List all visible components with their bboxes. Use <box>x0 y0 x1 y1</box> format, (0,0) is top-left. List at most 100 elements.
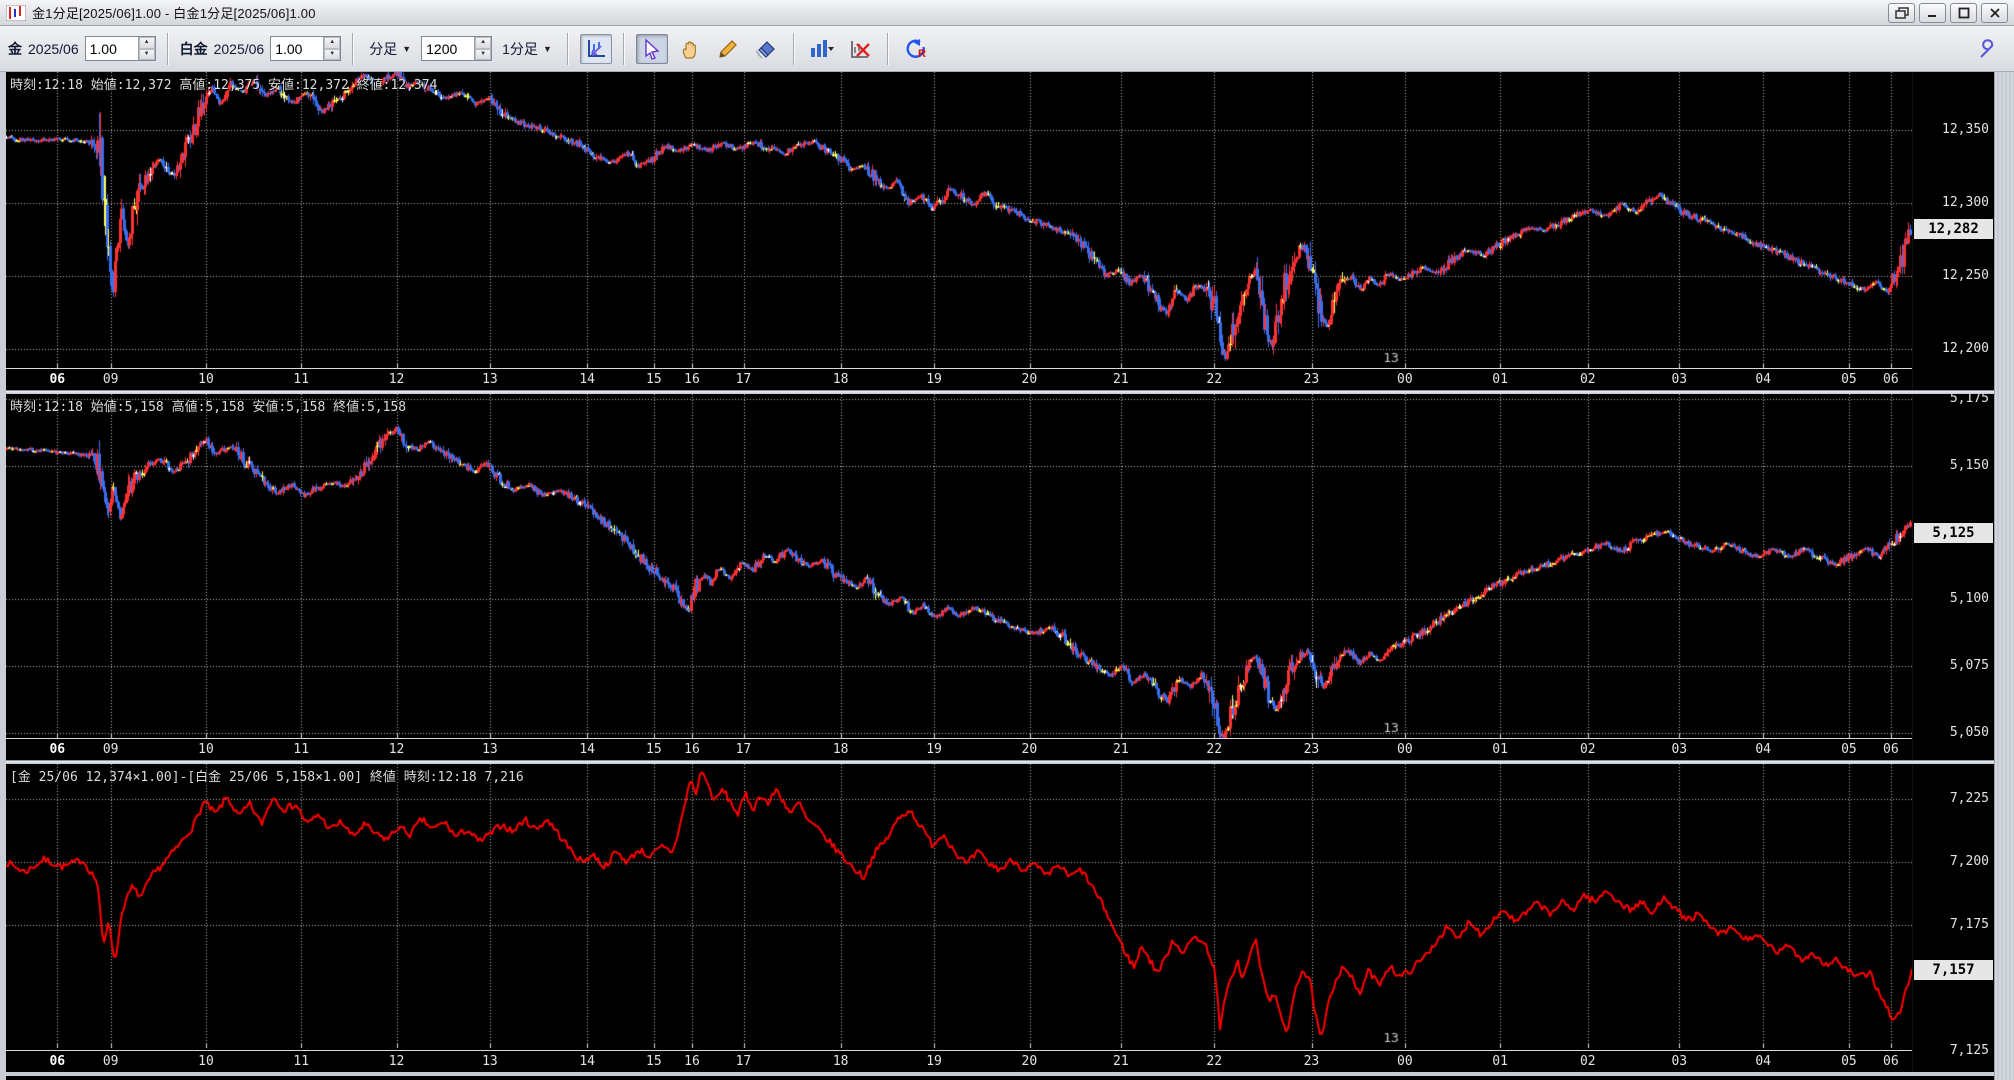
x-tick-label: 17 <box>736 742 752 757</box>
x-tick-label: 11 <box>293 372 309 387</box>
scale-settings-button[interactable] <box>580 34 612 64</box>
maximize-button[interactable] <box>1950 3 1977 23</box>
y-tick-label: 12,250 <box>1942 268 1989 283</box>
x-tick-label: 09 <box>103 372 119 387</box>
chart-type-button[interactable] <box>806 34 838 64</box>
x-tick-label: 20 <box>1022 742 1038 757</box>
duplicate-window-button[interactable] <box>1888 3 1915 23</box>
spread-chart-canvas[interactable] <box>6 764 1912 1048</box>
chevron-down-icon: ▼ <box>402 44 411 54</box>
y-tick-label: 5,075 <box>1950 658 1989 673</box>
platinum-multiplier-input[interactable] <box>271 37 323 60</box>
x-tick-label: 15 <box>646 1054 662 1069</box>
refresh-button[interactable]: R <box>900 34 932 64</box>
x-tick-label: 19 <box>926 1054 942 1069</box>
candlestick-app-icon <box>6 5 26 21</box>
toolbar-separator <box>352 33 354 65</box>
y-tick-label: 5,100 <box>1950 591 1989 606</box>
x-tick-label: 20 <box>1022 1054 1038 1069</box>
close-icon <box>1989 7 2001 19</box>
x-tick-label: 10 <box>198 1054 214 1069</box>
platinum-time-axis: 0609101112131415161718192021222300010203… <box>6 738 1912 760</box>
bar-count-down-button[interactable]: ▼ <box>475 49 491 61</box>
gold-price-axis: 12,35012,30012,25012,20012,282 <box>1912 72 1994 390</box>
x-tick-label: 02 <box>1580 372 1596 387</box>
window-right-edge <box>1994 72 2014 1080</box>
x-tick-label: 20 <box>1022 372 1038 387</box>
x-tick-label: 09 <box>103 1054 119 1069</box>
x-tick-label: 19 <box>926 742 942 757</box>
close-chart-button[interactable] <box>844 34 876 64</box>
x-tick-label: 04 <box>1755 372 1771 387</box>
x-tick-label: 10 <box>198 742 214 757</box>
gold-multiplier-down-button[interactable]: ▼ <box>139 49 155 61</box>
spread-chart-panel: [金 25/06 12,374×1.00]-[白金 25/06 5,158×1.… <box>6 764 1994 1072</box>
toolbar-separator <box>793 33 795 65</box>
timeframe-dropdown[interactable]: 1分足 ▼ <box>498 37 556 61</box>
x-tick-label: 19 <box>926 372 942 387</box>
bar-count-spinner: ▲ ▼ <box>421 36 492 61</box>
x-tick-label: 16 <box>684 372 700 387</box>
spread-price-axis: 7,2257,2007,1757,1257,157 <box>1912 764 1994 1072</box>
close-button[interactable] <box>1981 3 2008 23</box>
minimize-button[interactable] <box>1919 3 1946 23</box>
draw-pencil-icon <box>717 38 739 60</box>
draw-pencil-button[interactable] <box>712 34 744 64</box>
pan-hand-button[interactable] <box>674 34 706 64</box>
minimize-icon <box>1927 7 1939 19</box>
y-tick-label: 7,225 <box>1950 791 1989 806</box>
timeframe-label: 1分足 <box>502 39 538 59</box>
last-price-badge: 5,125 <box>1914 523 1993 543</box>
bar-count-input[interactable] <box>422 37 474 60</box>
x-tick-label: 00 <box>1397 1054 1413 1069</box>
platinum-multiplier-down-button[interactable]: ▼ <box>324 49 340 61</box>
x-tick-label: 01 <box>1492 1054 1508 1069</box>
bar-type-label: 分足 <box>369 39 397 59</box>
bar-count-up-button[interactable]: ▲ <box>475 37 491 49</box>
gold-chart-panel: 時刻:12:18 始値:12,372 高値:12,375 安値:12,372 終… <box>6 72 1994 390</box>
platinum-multiplier-up-button[interactable]: ▲ <box>324 37 340 49</box>
x-tick-label: 03 <box>1671 372 1687 387</box>
select-cursor-button[interactable] <box>636 34 668 64</box>
x-tick-label: 23 <box>1304 372 1320 387</box>
x-tick-label: 12 <box>389 742 405 757</box>
x-tick-label: 18 <box>833 1054 849 1069</box>
x-tick-label: 23 <box>1304 1054 1320 1069</box>
x-tick-label: 06 <box>1883 1054 1899 1069</box>
settings-wrench-button[interactable] <box>1972 34 2004 64</box>
gold-multiplier-input[interactable] <box>86 37 138 60</box>
last-price-badge: 12,282 <box>1914 219 1993 239</box>
gold-quote-info: 時刻:12:18 始値:12,372 高値:12,375 安値:12,372 終… <box>10 74 437 93</box>
gold-chart-canvas[interactable] <box>6 72 1912 368</box>
titlebar[interactable]: 金1分足[2025/06]1.00 - 白金1分足[2025/06]1.00 <box>0 0 2014 26</box>
x-tick-label: 14 <box>579 372 595 387</box>
eraser-icon <box>755 38 777 60</box>
chart-area: 時刻:12:18 始値:12,372 高値:12,375 安値:12,372 終… <box>0 72 2014 1080</box>
x-tick-label: 17 <box>736 1054 752 1069</box>
platinum-label: 白金 <box>180 39 208 59</box>
platinum-chart-canvas[interactable] <box>6 394 1912 738</box>
x-tick-label: 13 <box>482 1054 498 1069</box>
x-tick-label: 15 <box>646 372 662 387</box>
chevron-down-icon: ▼ <box>543 44 552 54</box>
x-tick-label: 14 <box>579 1054 595 1069</box>
y-tick-label: 7,125 <box>1950 1043 1989 1058</box>
duplicate-window-icon <box>1895 7 1909 19</box>
eraser-button[interactable] <box>750 34 782 64</box>
x-tick-label: 01 <box>1492 742 1508 757</box>
x-tick-label: 06 <box>49 372 65 387</box>
x-tick-label: 11 <box>293 1054 309 1069</box>
x-tick-label: 11 <box>293 742 309 757</box>
window-bottom-edge <box>6 1072 1994 1076</box>
bar-type-dropdown[interactable]: 分足 ▼ <box>365 37 415 61</box>
gold-multiplier-up-button[interactable]: ▲ <box>139 37 155 49</box>
x-tick-label: 06 <box>1883 742 1899 757</box>
maximize-icon <box>1958 7 1970 19</box>
select-cursor-icon <box>641 38 663 60</box>
y-tick-label: 12,350 <box>1942 122 1989 137</box>
x-tick-label: 06 <box>49 1054 65 1069</box>
x-tick-label: 22 <box>1206 1054 1222 1069</box>
x-tick-label: 01 <box>1492 372 1508 387</box>
close-chart-icon <box>849 38 871 60</box>
x-tick-label: 06 <box>49 742 65 757</box>
